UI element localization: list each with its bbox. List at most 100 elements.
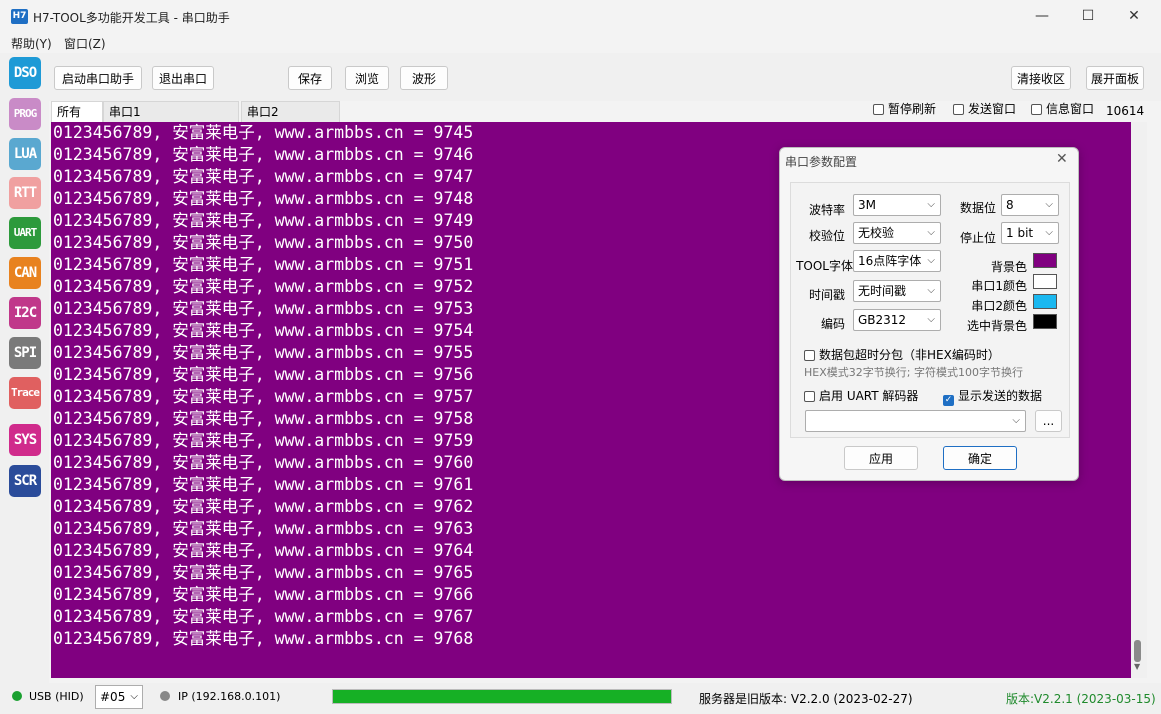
tab-uart2[interactable]: 串口2【D0/D1】 <box>241 101 340 140</box>
terminal-line: 0123456789, 安富莱电子, www.armbbs.cn = 9765 <box>53 563 474 582</box>
checkbox-box <box>1031 104 1042 115</box>
sidebar-prog-icon[interactable]: PROG <box>9 98 41 130</box>
tab-all[interactable]: 所有 <box>51 101 103 122</box>
parity-value: 无校验 <box>858 226 895 240</box>
pause-refresh-label: 暂停刷新 <box>888 102 937 116</box>
chevron-down-icon: ⌵ <box>927 285 935 296</box>
toolbar <box>49 53 1161 101</box>
font-label: TOOL字体 <box>796 259 853 273</box>
sidebar-sys-icon[interactable]: SYS <box>9 424 41 456</box>
stopbits-label: 停止位 <box>959 231 996 245</box>
uart1-color-label: 串口1颜色 <box>971 279 1027 293</box>
font-value: 16点阵字体 <box>858 254 922 268</box>
start-uart-button[interactable]: 启动串口助手 <box>54 66 142 90</box>
exit-uart-button[interactable]: 退出串口 <box>152 66 214 90</box>
bg-color-swatch[interactable] <box>1033 253 1057 268</box>
scroll-down-icon[interactable]: ▼ <box>1134 662 1140 671</box>
chevron-down-icon: ⌵ <box>927 255 935 266</box>
byte-count: 10614 <box>1106 104 1145 118</box>
uart2-color-swatch[interactable] <box>1033 294 1057 309</box>
tab-uart1[interactable]: 串口1【485/232/TTL】 <box>103 101 239 140</box>
sidebar-dso-icon[interactable]: DSO <box>9 57 41 89</box>
timestamp-select[interactable]: 无时间戳 ⌵ <box>853 280 941 302</box>
chevron-down-icon: ⌵ <box>1045 227 1053 238</box>
info-window-label: 信息窗口 <box>1046 102 1095 116</box>
server-version: 服务器是旧版本: V2.2.0 (2023-02-27) <box>699 692 913 706</box>
chevron-down-icon: ⌵ <box>1045 199 1053 210</box>
menu-window[interactable]: 窗口(Z) <box>64 35 106 52</box>
checkbox-box <box>873 104 884 115</box>
terminal-line: 0123456789, 安富莱电子, www.armbbs.cn = 9763 <box>53 519 474 538</box>
scrollbar-thumb[interactable] <box>1134 640 1141 662</box>
show-sent-label: 显示发送的数据 <box>958 389 1043 403</box>
pause-refresh-checkbox[interactable]: 暂停刷新 <box>873 100 936 117</box>
timestamp-label: 时间戳 <box>808 288 845 302</box>
sidebar-rtt-icon[interactable]: RTT <box>9 177 41 209</box>
terminal-line: 0123456789, 安富莱电子, www.armbbs.cn = 9767 <box>53 607 474 626</box>
checkbox-box <box>953 104 964 115</box>
checkbox-box <box>804 391 815 402</box>
chevron-down-icon: ⌵ <box>927 314 935 325</box>
apply-button[interactable]: 应用 <box>844 446 918 470</box>
baud-label: 波特率 <box>808 203 845 217</box>
uart-config-dialog: 串口参数配置 ✕ 波特率 3M ⌵ 数据位 8 ⌵ 校验位 无校验 ⌵ 停止位 1 b… <box>779 147 1079 481</box>
browse-button[interactable]: 浏览 <box>345 66 389 90</box>
send-window-checkbox[interactable]: 发送窗口 <box>953 100 1016 117</box>
minimize-icon[interactable]: — <box>1019 0 1065 33</box>
databits-select[interactable]: 8 ⌵ <box>1001 194 1059 216</box>
progress-bar <box>332 689 672 704</box>
ip-label: IP (192.168.0.101) <box>178 690 281 703</box>
font-select[interactable]: 16点阵字体 ⌵ <box>853 250 941 272</box>
waveform-button[interactable]: 波形 <box>400 66 448 90</box>
send-combo[interactable]: ⌵ <box>805 410 1026 432</box>
dialog-close-icon[interactable]: ✕ <box>1056 151 1068 167</box>
maximize-icon[interactable]: ☐ <box>1065 0 1111 33</box>
sidebar-uart-icon[interactable]: UART <box>9 217 41 249</box>
baud-select[interactable]: 3M ⌵ <box>853 194 941 216</box>
sidebar-spi-icon[interactable]: SPI <box>9 337 41 369</box>
dialog-panel: 波特率 3M ⌵ 数据位 8 ⌵ 校验位 无校验 ⌵ 停止位 1 bit ⌵ TOOL字… <box>790 182 1070 438</box>
local-version: 版本:V2.2.1 (2023-03-15) <box>1006 692 1156 706</box>
app-icon: H7 <box>11 9 28 24</box>
ip-status-icon <box>160 691 170 701</box>
baud-value: 3M <box>858 198 876 212</box>
usb-status-icon <box>12 691 22 701</box>
expand-panel-button[interactable]: 展开面板 <box>1086 66 1144 90</box>
sidebar-trace-icon[interactable]: Trace <box>9 377 41 409</box>
packet-timeout-label: 数据包超时分包（非HEX编码时） <box>819 348 1000 362</box>
sidebar-scr-icon[interactable]: SCR <box>9 465 41 497</box>
hint-text: HEX模式32字节换行; 字符模式100字节换行 <box>804 366 1023 379</box>
timestamp-value: 无时间戳 <box>858 284 907 298</box>
device-select[interactable]: #05 ⌵ <box>95 685 143 709</box>
check-icon: ✓ <box>943 395 954 406</box>
sidebar-can-icon[interactable]: CAN <box>9 257 41 289</box>
packet-timeout-checkbox[interactable]: 数据包超时分包（非HEX编码时） <box>804 346 1000 363</box>
sidebar-i2c-icon[interactable]: I2C <box>9 297 41 329</box>
vertical-scrollbar[interactable]: ▼ <box>1131 122 1147 678</box>
stopbits-select[interactable]: 1 bit ⌵ <box>1001 222 1059 244</box>
stopbits-value: 1 bit <box>1006 226 1034 240</box>
parity-select[interactable]: 无校验 ⌵ <box>853 222 941 244</box>
ok-button[interactable]: 确定 <box>943 446 1017 470</box>
close-icon[interactable]: ✕ <box>1111 0 1157 33</box>
save-button[interactable]: 保存 <box>288 66 332 90</box>
dialog-title: 串口参数配置 <box>785 155 858 169</box>
selected-bg-swatch[interactable] <box>1033 314 1057 329</box>
encoding-select[interactable]: GB2312 ⌵ <box>853 309 941 331</box>
menu-bar <box>0 33 1161 53</box>
chevron-down-icon: ⌵ <box>927 227 935 238</box>
parity-label: 校验位 <box>808 229 845 243</box>
clear-rx-button[interactable]: 清接收区 <box>1011 66 1071 90</box>
terminal-line: 0123456789, 安富莱电子, www.armbbs.cn = 9764 <box>53 541 474 560</box>
show-sent-checkbox[interactable]: ✓ 显示发送的数据 <box>943 387 1042 406</box>
info-window-checkbox[interactable]: 信息窗口 <box>1031 100 1094 117</box>
uart-decoder-checkbox[interactable]: 启用 UART 解码器 <box>804 387 918 404</box>
window-title: H7-TOOL多功能开发工具 - 串口助手 <box>33 11 230 25</box>
uart1-color-swatch[interactable] <box>1033 274 1057 289</box>
chevron-down-icon: ⌵ <box>130 691 138 702</box>
menu-help[interactable]: 帮助(Y) <box>11 35 52 52</box>
uart2-color-label: 串口2颜色 <box>971 299 1027 313</box>
sidebar-lua-icon[interactable]: LUA <box>9 138 41 170</box>
more-button[interactable]: ... <box>1035 410 1062 432</box>
progress-fill <box>333 690 671 703</box>
